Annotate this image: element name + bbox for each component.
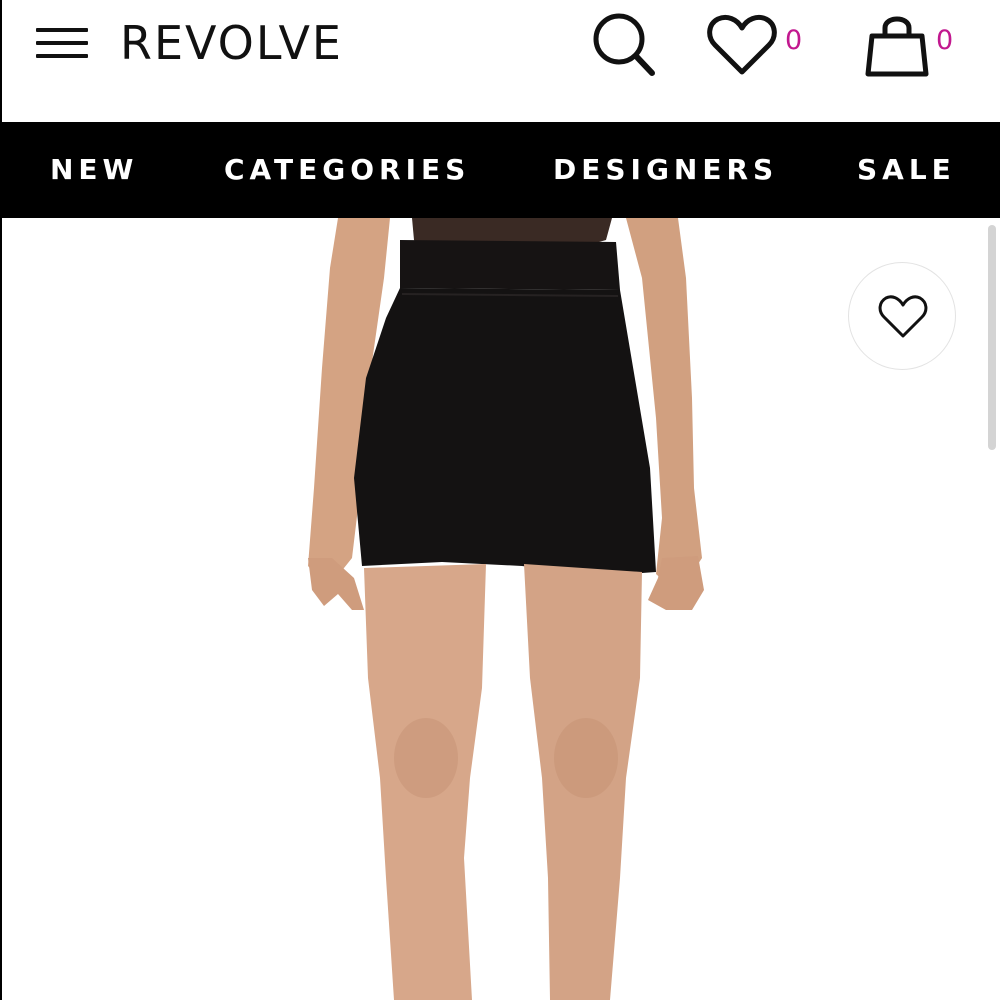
search-button[interactable] <box>588 8 658 78</box>
menu-button[interactable] <box>36 28 88 62</box>
menu-bar <box>36 41 88 45</box>
scrollbar[interactable] <box>988 225 996 450</box>
bag-count: 0 <box>936 25 954 56</box>
favorite-button[interactable] <box>848 262 956 370</box>
shopping-bag-icon <box>865 16 929 77</box>
nav-item-categories[interactable]: CATEGORIES <box>224 122 470 218</box>
menu-bar <box>36 28 88 32</box>
wishlist-button[interactable]: 0 <box>706 14 816 78</box>
heart-icon <box>707 14 777 75</box>
shopping-bag-button[interactable]: 0 <box>864 12 964 78</box>
brand-logo[interactable]: REVOLVE <box>120 18 343 68</box>
nav-item-designers[interactable]: DESIGNERS <box>553 122 778 218</box>
site-header: REVOLVE 0 0 <box>0 0 1000 122</box>
menu-bar <box>36 54 88 58</box>
search-icon <box>593 13 655 76</box>
heart-outline-icon <box>878 295 928 338</box>
wishlist-count: 0 <box>785 25 803 56</box>
nav-item-sale[interactable]: SALE <box>857 122 956 218</box>
category-nav: NEW CATEGORIES DESIGNERS SALE <box>0 122 1000 218</box>
nav-item-new[interactable]: NEW <box>50 122 138 218</box>
